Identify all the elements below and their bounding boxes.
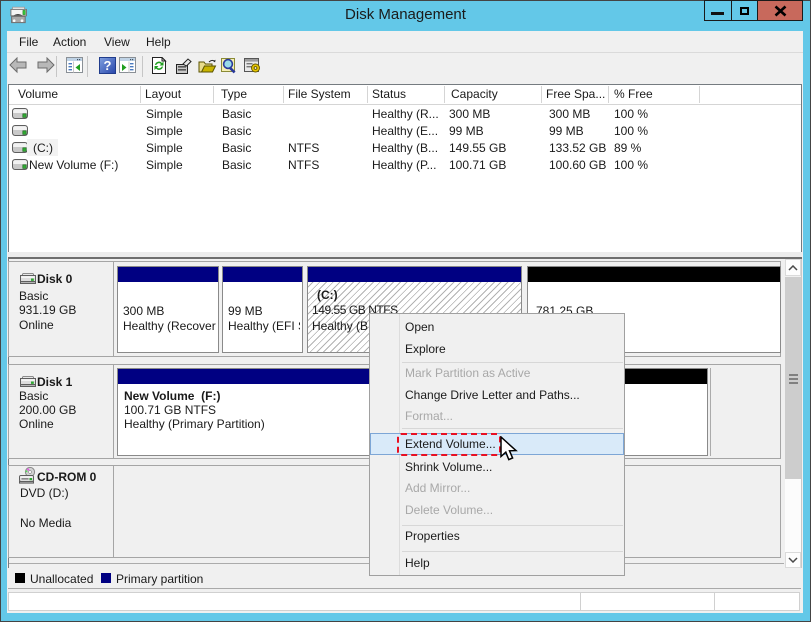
svg-text:?: ? [104,58,112,73]
